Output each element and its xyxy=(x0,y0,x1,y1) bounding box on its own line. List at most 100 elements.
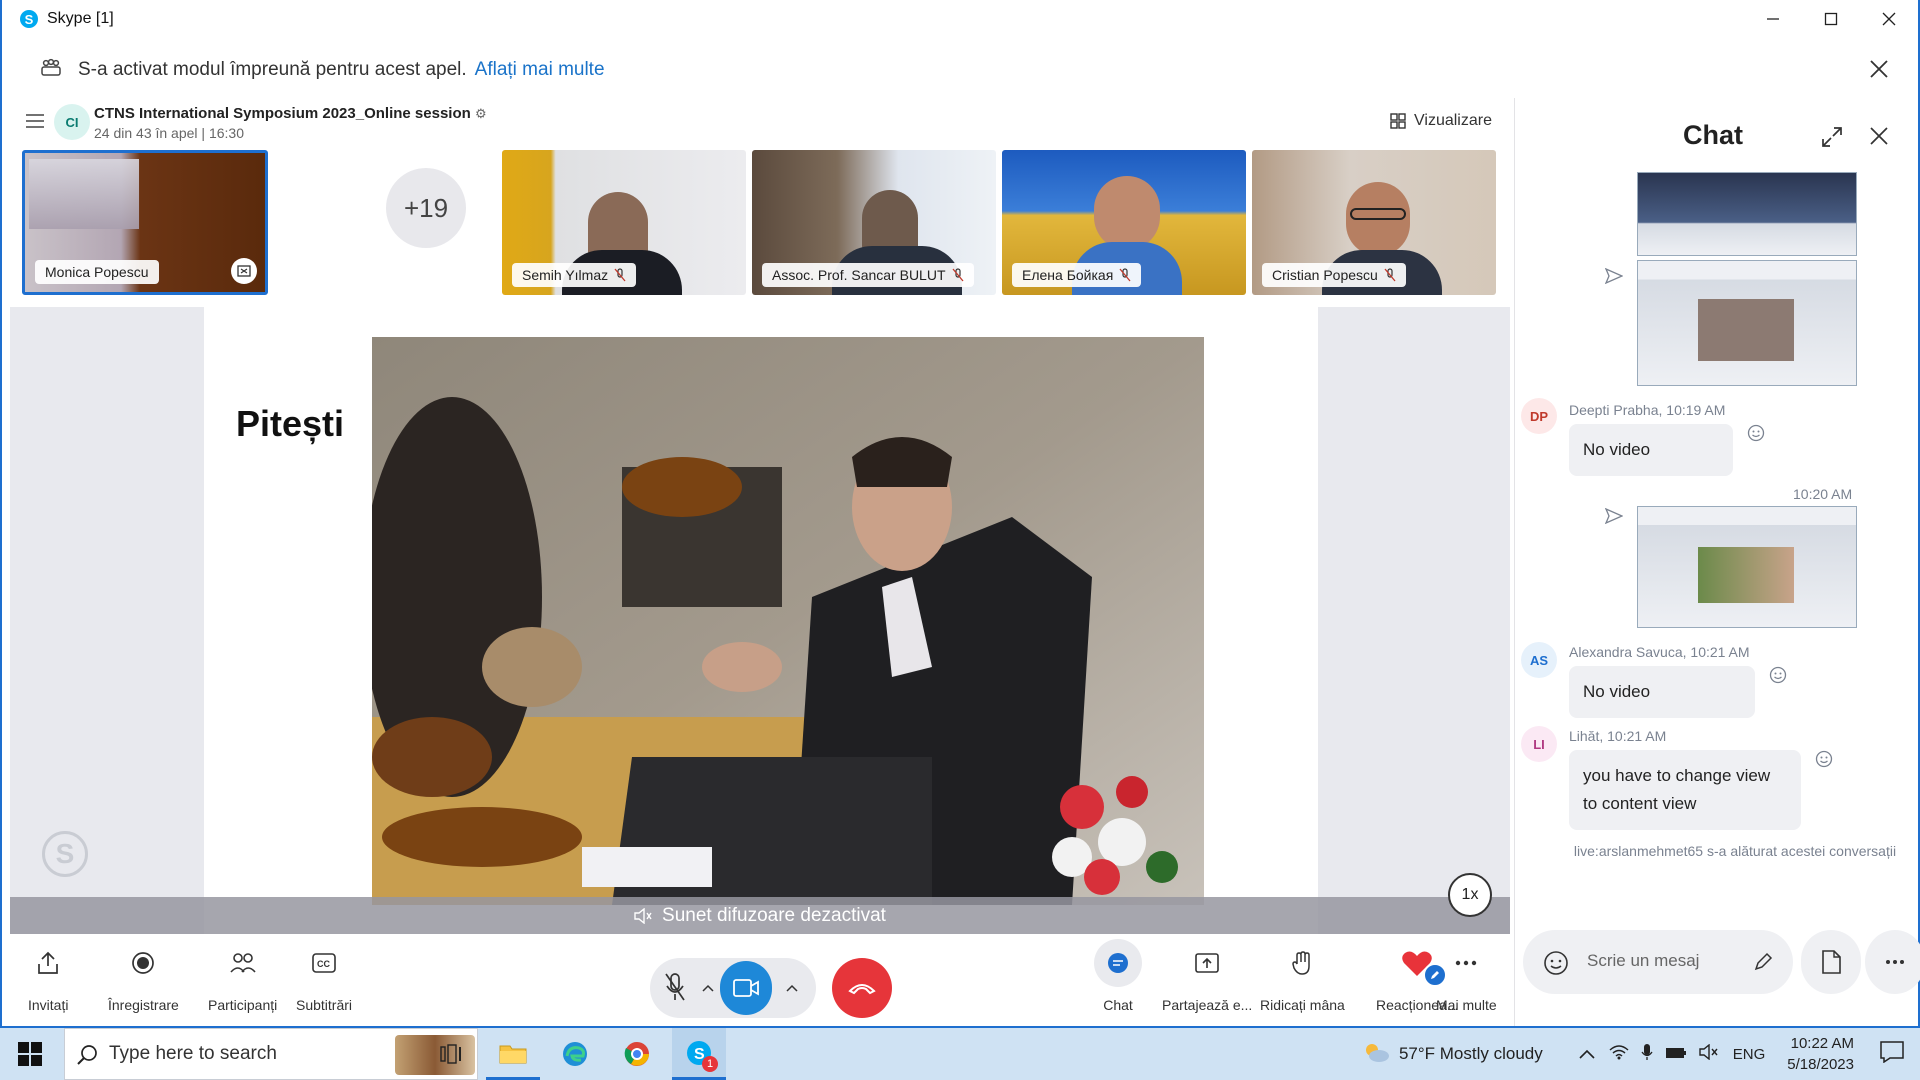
raise-hand-icon xyxy=(1292,951,1311,975)
clock[interactable]: 10:22 AM 5/18/2023 xyxy=(1787,1033,1854,1075)
participant-tile[interactable]: Cristian Popescu xyxy=(1252,150,1496,295)
more-participants-button[interactable]: +19 xyxy=(386,168,466,248)
shared-image[interactable] xyxy=(1637,172,1857,256)
system-message: live:arslanmehmet65 s-a alăturat acestei… xyxy=(1573,843,1897,859)
together-mode-banner: S-a activat modul împreună pentru acest … xyxy=(10,52,1910,88)
chat-button[interactable]: Chat xyxy=(1094,939,1142,1013)
chrome-button[interactable] xyxy=(610,1028,664,1080)
file-explorer-button[interactable] xyxy=(486,1028,540,1080)
participant-tile[interactable]: Monica Popescu xyxy=(22,150,268,295)
participants-button[interactable]: Participanți xyxy=(208,943,277,1013)
window-controls xyxy=(1744,0,1918,38)
shared-content-stage[interactable]: Pitești S Sunet difuzoare dezactivat 1x xyxy=(10,307,1510,934)
expand-icon[interactable] xyxy=(1821,126,1843,153)
muted-mic-icon xyxy=(1384,268,1396,282)
video-options-chevron-icon[interactable] xyxy=(786,980,798,998)
message-bubble[interactable]: No video xyxy=(1569,424,1733,476)
menu-icon[interactable] xyxy=(26,114,44,133)
speaker-muted-icon xyxy=(634,907,652,924)
emoji-icon[interactable] xyxy=(1543,950,1569,981)
add-reaction-icon[interactable] xyxy=(1815,750,1833,773)
windows-logo-icon xyxy=(18,1042,42,1066)
message-time: 10:20 AM xyxy=(1793,486,1853,502)
participant-tile[interactable]: Semih Yılmaz xyxy=(502,150,746,295)
search-icon xyxy=(77,1044,99,1071)
record-button[interactable]: Înregistrare xyxy=(108,943,179,1013)
avatar[interactable]: DP xyxy=(1521,398,1557,434)
maximize-button[interactable] xyxy=(1802,0,1860,38)
participant-strip: Monica Popescu +19 Semih Yılmaz Assoc. P… xyxy=(2,150,1512,298)
ellipsis-icon xyxy=(1886,960,1904,964)
volume-muted-icon[interactable] xyxy=(1699,1043,1719,1065)
task-view-button[interactable] xyxy=(424,1028,478,1080)
raise-hand-button[interactable]: Ridicați mâna xyxy=(1260,943,1345,1013)
start-button[interactable] xyxy=(18,1042,42,1071)
taskbar-search[interactable]: Type here to search xyxy=(64,1028,478,1080)
clock-date: 5/18/2023 xyxy=(1787,1056,1854,1073)
composer-more-button[interactable] xyxy=(1865,930,1920,994)
battery-icon[interactable] xyxy=(1665,1044,1687,1064)
notifications-icon[interactable] xyxy=(1880,1040,1904,1068)
chat-header: Chat xyxy=(1515,114,1919,158)
share-screen-button[interactable]: Partajează e... xyxy=(1162,943,1252,1013)
call-toolbar: Invitați Înregistrare Participanți CC Su… xyxy=(10,935,1510,1025)
ellipsis-icon xyxy=(1456,960,1477,966)
minimize-button[interactable] xyxy=(1744,0,1802,38)
record-icon xyxy=(132,952,155,974)
window-title: Skype [1] xyxy=(47,10,114,27)
participant-name: Semih Yılmaz xyxy=(512,263,637,287)
message-bubble[interactable]: No video xyxy=(1569,666,1755,718)
skype-taskbar-button[interactable]: S1 xyxy=(672,1028,726,1080)
chrome-icon xyxy=(624,1042,649,1066)
weather-text[interactable]: 57°F Mostly cloudy xyxy=(1399,1044,1543,1064)
presentation-slide: Pitești xyxy=(204,307,1318,934)
close-banner-button[interactable] xyxy=(1868,58,1890,85)
message-composer[interactable]: Scrie un mesaj xyxy=(1523,930,1793,994)
close-window-button[interactable] xyxy=(1860,0,1918,38)
banner-text: S-a activat modul împreună pentru acest … xyxy=(78,59,467,80)
format-pen-icon[interactable] xyxy=(1753,952,1773,977)
shared-image[interactable] xyxy=(1637,506,1857,628)
folder-icon xyxy=(499,1045,527,1063)
subtitles-button[interactable]: CC Subtitrări xyxy=(296,943,352,1013)
shared-image[interactable] xyxy=(1637,260,1857,386)
participant-name: Assoc. Prof. Sancar BULUT xyxy=(762,263,974,287)
hang-up-icon xyxy=(848,984,876,995)
participant-tile[interactable]: Елена Бойкая xyxy=(1002,150,1246,295)
view-button[interactable]: Vizualizare xyxy=(1390,112,1492,130)
microphone-muted-button[interactable] xyxy=(664,972,686,1007)
close-chat-button[interactable] xyxy=(1869,126,1889,151)
add-reaction-icon[interactable] xyxy=(1747,424,1765,447)
chat-bubble-icon xyxy=(1108,953,1128,973)
invite-button[interactable]: Invitați xyxy=(28,943,68,1013)
wifi-icon[interactable] xyxy=(1609,1044,1629,1065)
microphone-icon[interactable] xyxy=(1641,1043,1653,1066)
add-reaction-icon[interactable] xyxy=(1769,666,1787,689)
avatar[interactable]: LI xyxy=(1521,726,1557,762)
more-options-button[interactable]: Mai multe xyxy=(1436,943,1497,1013)
skype-window: S Skype [1] S-a activat modul împreună p… xyxy=(0,0,1920,1028)
edge-button[interactable] xyxy=(548,1028,602,1080)
screen-share-icon xyxy=(231,258,257,284)
learn-more-link[interactable]: Aflați mai multe xyxy=(475,59,605,81)
avatar[interactable]: AS xyxy=(1521,642,1557,678)
chevron-up-icon[interactable] xyxy=(1579,1044,1595,1064)
mic-options-chevron-icon[interactable] xyxy=(702,980,714,998)
message-input[interactable]: Scrie un mesaj xyxy=(1587,951,1699,971)
call-title[interactable]: CTNS International Symposium 2023_Online… xyxy=(94,105,487,122)
chat-panel: Chat DP Deepti Prabha, 10:19 AM No video… xyxy=(1514,98,1920,1026)
weather-icon[interactable] xyxy=(1361,1040,1391,1069)
closed-captions-icon: CC xyxy=(312,953,336,973)
send-file-button[interactable] xyxy=(1801,930,1861,994)
video-toggle-button[interactable] xyxy=(720,961,772,1015)
end-call-button[interactable] xyxy=(832,958,892,1018)
message-bubble[interactable]: you have to change view to content view xyxy=(1569,750,1801,830)
language-indicator[interactable]: ENG xyxy=(1733,1046,1766,1063)
playback-speed-button[interactable]: 1x xyxy=(1448,873,1492,917)
settings-icon[interactable]: ⚙ xyxy=(475,106,487,121)
chat-title: Chat xyxy=(1683,120,1743,150)
muted-mic-icon xyxy=(665,973,685,1001)
group-avatar[interactable]: CI xyxy=(54,104,90,140)
participant-tile[interactable]: Assoc. Prof. Sancar BULUT xyxy=(752,150,996,295)
muted-mic-icon xyxy=(1119,268,1131,282)
